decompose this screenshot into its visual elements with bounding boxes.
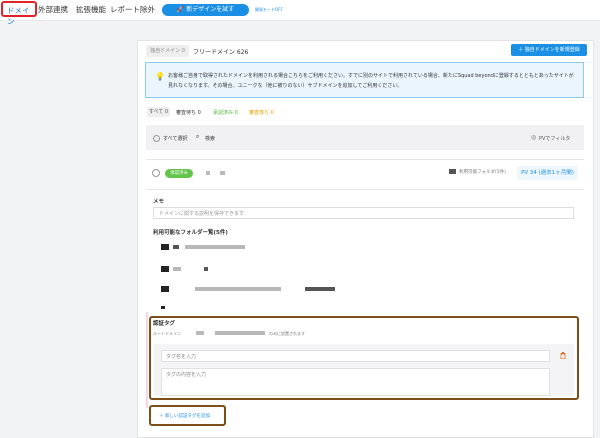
tag-content-input[interactable]: タグの内容を入力 — [161, 368, 550, 396]
eye-icon: ◎ — [531, 134, 537, 141]
redacted-folder — [195, 287, 281, 291]
redacted-folder — [185, 245, 245, 249]
folder-icon — [161, 306, 165, 309]
dev-mode-toggle[interactable]: 開発モードOFF — [255, 7, 283, 13]
select-all-radio[interactable] — [153, 135, 160, 142]
add-auth-tag-button[interactable]: ＋ 新しい認証タグを追加 — [159, 413, 210, 419]
register-domain-button[interactable]: ＋ 独自ドメインを新規登録 — [511, 44, 587, 56]
filter-pending[interactable]: 審査待ち 0 — [176, 109, 201, 116]
redacted-folder — [204, 267, 208, 271]
pv-badge: PV 34 (過去1ヶ月間) — [517, 166, 578, 180]
trash-icon[interactable] — [560, 352, 566, 361]
pv-filter-button[interactable]: PVでフィルタ — [539, 135, 570, 142]
folders-count-label: 利用可能フォルダ(5件) — [459, 170, 506, 175]
folders-list-label: 利用可能なフォルダー覧(5件) — [153, 230, 228, 236]
notice-text: お客様ご自身で取得されたドメインを利用される場合こちらをご利用ください。すでに別… — [168, 73, 574, 89]
domain-select-radio[interactable] — [152, 169, 160, 177]
top-navigation: ドメイン 外部連携 ⌄ 拡張機能 レポート除外 🚀 新デザインを試す 開発モード… — [0, 0, 600, 26]
chevron-down-icon[interactable]: ⌄ — [64, 3, 69, 10]
rocket-icon: 🚀 — [176, 6, 187, 13]
select-all-label[interactable]: すべて選択 — [163, 135, 187, 142]
folder-icon — [161, 266, 169, 272]
folder-icon — [161, 286, 169, 292]
try-new-design-button[interactable]: 🚀 新デザインを試す — [162, 4, 249, 16]
folder-icon — [161, 244, 169, 250]
info-notice: 💡 お客様ご自身で取得されたドメインを利用される場合こちらをご利用ください。すで… — [145, 62, 584, 98]
tag-name-placeholder: タグ名を入力 — [166, 354, 197, 360]
redacted-domain — [196, 331, 204, 335]
redacted-domain — [220, 171, 225, 175]
add-auth-tag-label: 新しい認証タグを追加 — [164, 414, 210, 419]
nav-domain-tab[interactable]: ドメイン — [1, 1, 37, 26]
folder-icon — [449, 169, 456, 174]
nav-report-exclusion-tab[interactable]: レポート除外 — [110, 4, 155, 15]
route-domain-label: ルートドメイン — [153, 331, 181, 336]
memo-input[interactable]: ドメインに関する説明を保存できます — [153, 207, 574, 219]
memo-label: メモ — [153, 199, 165, 205]
route-domain-note: のみに設置されます — [269, 331, 305, 336]
section-divider — [146, 312, 148, 408]
redacted-domain — [215, 331, 265, 335]
try-new-design-label: 新デザインを試す — [186, 6, 235, 13]
redacted-folder — [173, 267, 181, 271]
search-icon[interactable]: ⌕ — [196, 133, 199, 141]
tag-content-placeholder: タグの内容を入力 — [166, 372, 207, 378]
redacted-folder — [305, 287, 335, 291]
lightbulb-icon: 💡 — [155, 72, 165, 81]
redacted-folder — [173, 245, 179, 249]
redacted-domain — [206, 171, 210, 175]
auth-tag-title: 認証タグ — [153, 321, 176, 327]
tab-custom-domain[interactable]: 独自ドメイン 0 — [146, 45, 189, 57]
filter-all[interactable]: すべて 0 — [147, 107, 170, 117]
filter-approved[interactable]: 承認済み 0 — [213, 109, 238, 116]
nav-domain-label: ドメイン — [7, 6, 30, 26]
filter-rejected[interactable]: 審査落ち 0 — [249, 109, 274, 116]
nav-extensions-tab[interactable]: 拡張機能 — [76, 4, 106, 15]
memo-placeholder: ドメインに関する説明を保存できます — [159, 211, 245, 217]
search-label[interactable]: 検索 — [205, 135, 215, 142]
status-badge: 承認済み — [165, 169, 193, 178]
register-domain-label: 独自ドメインを新規登録 — [524, 47, 580, 53]
tag-name-input[interactable]: タグ名を入力 — [161, 350, 550, 362]
tab-free-domain[interactable]: フリードメイン 626 — [193, 47, 248, 56]
